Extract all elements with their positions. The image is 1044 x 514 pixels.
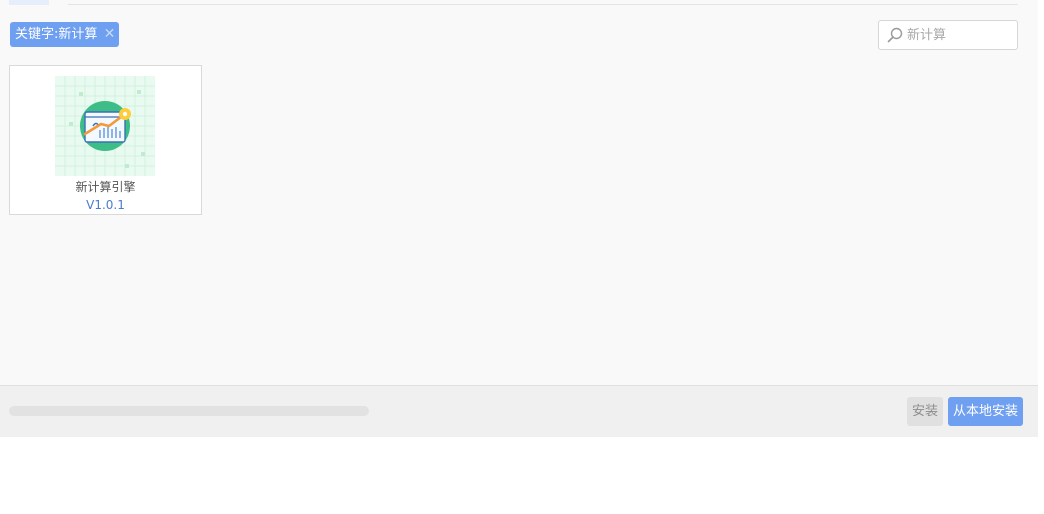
close-icon[interactable]: ✕ — [104, 22, 116, 47]
search-box[interactable] — [878, 20, 1018, 50]
plugin-version: V1.0.1 — [86, 198, 125, 212]
compute-engine-icon — [55, 76, 155, 176]
filter-tag[interactable]: 关键字:新计算 ✕ — [10, 22, 120, 47]
plugin-card[interactable]: 新计算引擎 V1.0.1 — [9, 65, 202, 215]
install-button[interactable]: 安装 — [907, 397, 943, 426]
search-icon — [887, 27, 903, 43]
plugin-manager-main: 关键字:新计算 ✕ 新计算 新计算引擎 V1.0.1 — [0, 0, 1038, 386]
install-from-local-button[interactable]: 从本地安装 — [948, 397, 1023, 426]
top-tab-indicator[interactable] — [9, 0, 49, 5]
top-divider — [68, 4, 1018, 5]
filter-tag-label: 关键字:新计算 — [15, 27, 98, 42]
plugin-name: 新计算引擎 — [75, 180, 136, 194]
install-progress-bar — [9, 406, 369, 416]
search-input[interactable] — [907, 24, 1011, 46]
footer-bar: 安装 从本地安装 — [0, 385, 1038, 437]
